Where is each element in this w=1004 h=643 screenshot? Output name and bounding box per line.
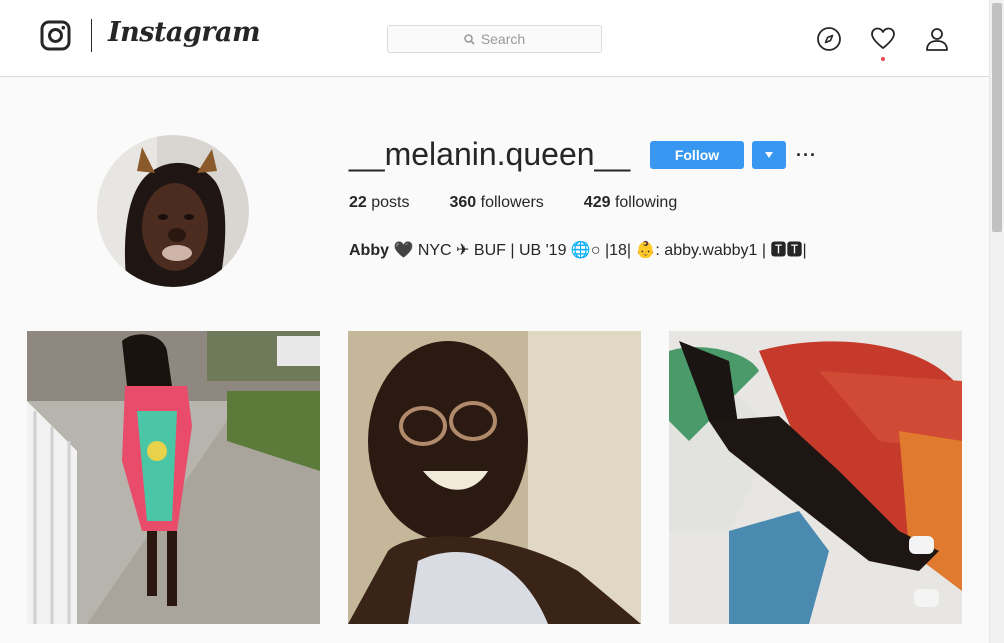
scrollbar-thumb[interactable]	[992, 3, 1002, 232]
logo-divider	[91, 19, 92, 52]
scrollbar[interactable]	[989, 0, 1004, 643]
followers-label: followers	[480, 194, 544, 211]
chevron-down-icon	[765, 152, 773, 158]
suggestions-dropdown-button[interactable]	[752, 141, 786, 169]
instagram-glyph-icon[interactable]	[40, 20, 71, 51]
posts-count: 22	[349, 194, 367, 211]
following-label: following	[614, 194, 678, 211]
followers-count: 360	[449, 194, 477, 211]
compass-icon[interactable]	[816, 26, 842, 52]
instagram-wordmark[interactable]: Instagram	[108, 17, 261, 48]
photo-selfie-icon	[348, 331, 641, 624]
search-icon	[464, 33, 475, 45]
stat-posts[interactable]: 22 posts	[349, 194, 410, 212]
profile-stats: 22 posts 360 followers 429 following	[349, 194, 677, 212]
search-placeholder: Search	[480, 31, 526, 47]
photo-street-icon	[27, 331, 320, 624]
stat-following[interactable]: 429 following	[584, 194, 677, 212]
top-navigation-bar: Instagram Search	[0, 0, 989, 77]
notification-dot	[881, 57, 885, 61]
post-thumbnail[interactable]	[669, 331, 962, 624]
profile-bio: Abby 🖤 NYC ✈ BUF | UB '19 🌐○ |18| 👶: abb…	[349, 236, 807, 260]
search-input[interactable]: Search	[387, 25, 602, 53]
posts-label: posts	[371, 194, 410, 211]
profile-avatar[interactable]	[97, 135, 249, 287]
heart-icon[interactable]	[870, 26, 896, 52]
profile-username: __melanin.queen__	[349, 136, 631, 172]
bio-full-name: Abby	[349, 242, 389, 259]
post-thumbnail[interactable]	[27, 331, 320, 624]
photo-mural-icon	[669, 331, 962, 624]
more-options-button[interactable]: ···	[796, 145, 817, 166]
avatar-photo	[97, 135, 249, 287]
stat-followers[interactable]: 360 followers	[450, 194, 544, 212]
bio-text: 🖤 NYC ✈ BUF | UB '19 🌐○ |18| 👶: abby.wab…	[389, 242, 807, 259]
following-count: 429	[583, 194, 611, 211]
follow-button[interactable]: Follow	[650, 141, 744, 169]
person-icon[interactable]	[924, 26, 950, 52]
post-thumbnail[interactable]	[348, 331, 641, 624]
